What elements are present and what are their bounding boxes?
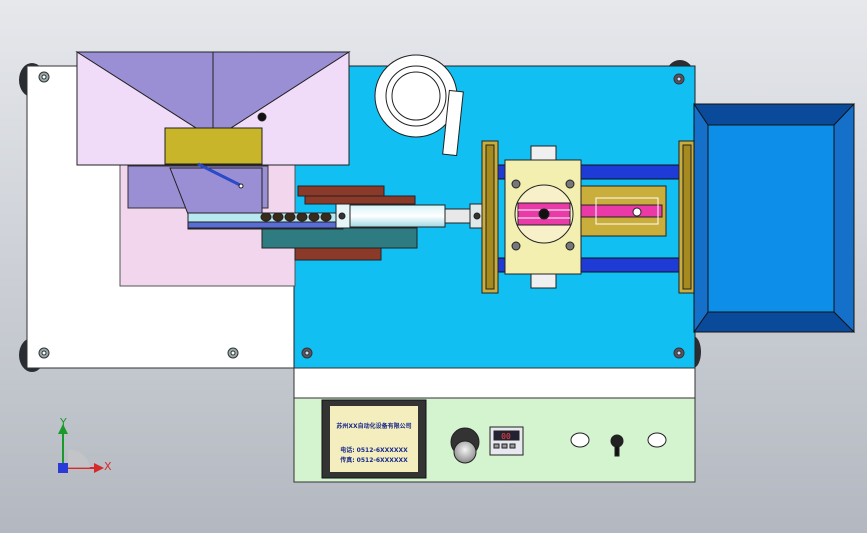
counter-display: 00 — [489, 426, 524, 456]
nameplate-company: 苏州XX自动化设备有限公司 — [336, 422, 411, 430]
nameplate: 苏州XX自动化设备有限公司 电话: 0512-6XXXXXX 传真: 0512-… — [321, 399, 427, 479]
emergency-stop-knob[interactable] — [450, 427, 480, 464]
y-axis-label: Y — [59, 416, 67, 429]
control-panel-top-strip — [293, 367, 696, 399]
indicator-lamp-left — [570, 432, 590, 448]
nameplate-fax: 传真: 0512-6XXXXXX — [339, 456, 408, 464]
toggle-switch[interactable] — [610, 434, 624, 448]
vibratory-hopper — [75, 51, 351, 166]
machine-drawing: 苏州XX自动化设备有限公司 电话: 0512-6XXXXXX 传真: 0512-… — [0, 0, 867, 533]
cad-top-view: 苏州XX自动化设备有限公司 电话: 0512-6XXXXXX 传真: 0512-… — [0, 0, 867, 533]
x-axis-label: X — [104, 460, 112, 473]
cutter-carriage — [504, 145, 582, 289]
nameplate-phone: 电话: 0512-6XXXXXX — [340, 446, 408, 454]
indicator-lamp-right — [647, 432, 667, 448]
collection-bin — [693, 103, 856, 333]
counter-value: 00 — [501, 432, 511, 441]
feed-rail — [187, 212, 344, 230]
